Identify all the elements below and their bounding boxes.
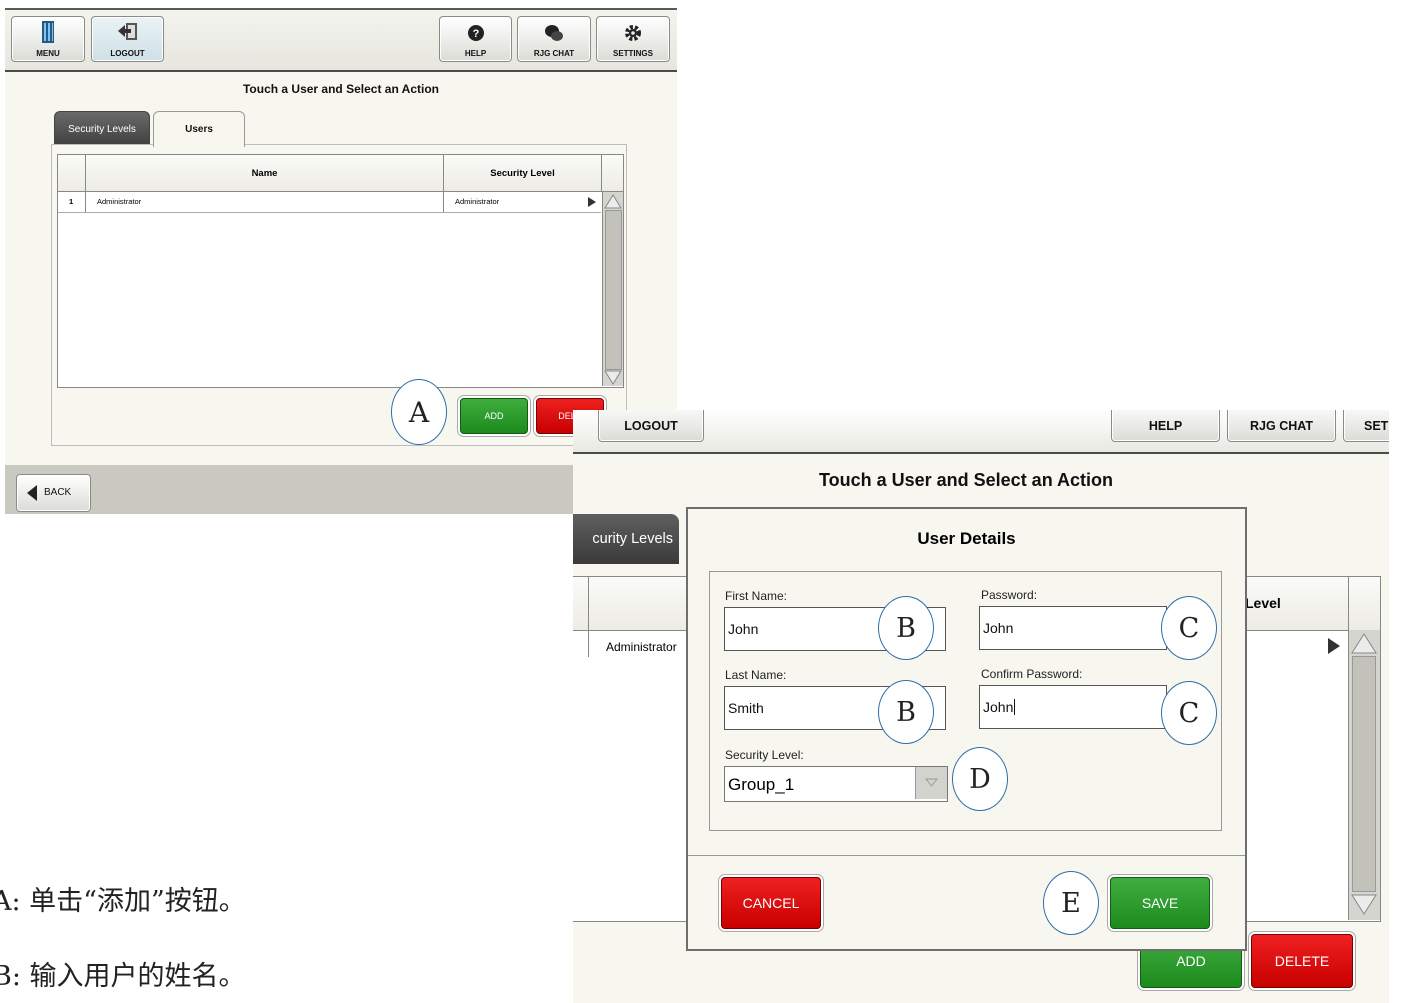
row-security-level: Administrator	[455, 197, 500, 206]
help-label: HELP	[1148, 419, 1183, 433]
settings-button[interactable]: SET	[1343, 410, 1389, 442]
users-table: Name Security Level 1 Administrator Admi…	[57, 154, 624, 388]
help-label: HELP	[464, 49, 487, 58]
callout-c-confirm-password: C	[1161, 681, 1217, 745]
top-toolbar: LOGOUT HELP RJG CHAT SET	[573, 410, 1389, 454]
table-header-index	[58, 155, 86, 192]
row-name: Administrator	[97, 197, 142, 206]
rjg-chat-label: RJG CHAT	[533, 49, 575, 58]
confirm-password-field[interactable]: John	[979, 685, 1167, 729]
settings-label: SETTINGS	[612, 49, 653, 58]
play-arrow-icon	[588, 197, 596, 207]
table-scrollbar[interactable]	[602, 192, 623, 386]
text-cursor	[1014, 699, 1016, 715]
confirm-password-label: Confirm Password:	[981, 667, 1083, 681]
rjg-chat-label: RJG CHAT	[1250, 419, 1313, 433]
logout-button[interactable]: LOGOUT	[598, 410, 704, 442]
scroll-down-icon[interactable]	[604, 370, 622, 386]
page-title: Touch a User and Select an Action	[818, 470, 1114, 490]
delete-button[interactable]: DELETE	[1251, 934, 1353, 988]
password-label: Password:	[981, 588, 1038, 602]
table-header-spacer	[602, 155, 623, 192]
scroll-down-icon[interactable]	[1351, 894, 1377, 916]
security-level-select[interactable]: Group_1	[724, 766, 948, 802]
column-divider	[588, 577, 589, 657]
dialog-divider	[688, 855, 1245, 856]
menu-label: MENU	[36, 49, 60, 58]
tab-security-levels[interactable]: curity Levels	[573, 514, 679, 564]
callout-b-last-name: B	[878, 680, 934, 744]
user-details-dialog: User Details First Name: John Password: …	[686, 507, 1247, 951]
confirm-password-value: John	[983, 699, 1014, 715]
column-divider	[1348, 577, 1349, 630]
row-divider	[443, 192, 444, 212]
settings-button[interactable]: SETTINGS	[596, 16, 670, 62]
table-scrollbar[interactable]	[1348, 630, 1380, 920]
table-header-name[interactable]: Name	[86, 155, 444, 192]
row-index: 1	[69, 197, 74, 206]
callout-c-password: C	[1161, 596, 1217, 660]
user-details-screen: LOGOUT HELP RJG CHAT SET Touch a User an…	[573, 410, 1389, 1003]
tab-users[interactable]: Users	[153, 111, 245, 147]
scroll-thumb[interactable]	[605, 210, 622, 370]
chevron-down-icon	[925, 778, 938, 787]
menu-icon	[42, 21, 54, 43]
gear-icon	[625, 25, 641, 41]
logout-button[interactable]: LOGOUT	[91, 16, 164, 62]
callout-d: D	[952, 747, 1008, 811]
note-b: B: 输入用户的姓名。	[0, 961, 246, 992]
password-field[interactable]: John	[979, 606, 1167, 650]
dialog-title: User Details	[917, 529, 1016, 548]
back-label: BACK	[44, 487, 72, 498]
back-button[interactable]: BACK	[16, 474, 91, 512]
first-name-label: First Name:	[725, 589, 788, 603]
table-row[interactable]: 1 Administrator Administrator	[58, 192, 601, 213]
security-level-label: Security Level:	[725, 748, 804, 762]
logout-label: LOGOUT	[110, 49, 145, 58]
table-header-security-level[interactable]: Security Level	[444, 155, 602, 192]
add-button[interactable]: ADD	[460, 398, 528, 434]
back-arrow-icon	[27, 485, 37, 501]
play-arrow-icon	[1328, 638, 1340, 654]
logout-label: LOGOUT	[624, 419, 678, 433]
callout-e: E	[1043, 871, 1099, 935]
scroll-up-icon[interactable]	[604, 193, 622, 209]
help-button[interactable]: HELP	[1111, 410, 1220, 442]
page-title: Touch a User and Select an Action	[242, 82, 440, 96]
rjg-chat-button[interactable]: RJG CHAT	[1227, 410, 1336, 442]
cancel-button[interactable]: CANCEL	[721, 877, 821, 929]
note-a: A: 单击“添加”按钮。	[0, 886, 246, 917]
row-security-level: Administrator	[606, 640, 677, 654]
save-button[interactable]: SAVE	[1110, 877, 1210, 929]
svg-text:?: ?	[472, 28, 479, 40]
menu-button[interactable]: MENU	[11, 16, 85, 62]
tab-security-levels[interactable]: Security Levels	[54, 111, 150, 146]
top-toolbar: MENU LOGOUT ? HELP RJG CHAT SETTINGS	[5, 8, 677, 72]
callout-a: A	[391, 379, 447, 445]
rjg-chat-button[interactable]: RJG CHAT	[517, 16, 591, 62]
table-header-security-level[interactable]: Level	[1245, 595, 1281, 611]
security-level-value: Group_1	[728, 775, 795, 794]
row-divider	[85, 192, 86, 212]
chat-icon	[545, 25, 563, 41]
settings-label: SET	[1364, 419, 1389, 433]
help-button[interactable]: ? HELP	[439, 16, 512, 62]
scroll-up-icon[interactable]	[1351, 632, 1377, 654]
help-icon: ?	[467, 25, 484, 41]
logout-icon	[117, 23, 137, 40]
last-name-label: Last Name:	[725, 668, 787, 682]
callout-b-first-name: B	[878, 596, 934, 660]
dropdown-button[interactable]	[915, 767, 947, 799]
scroll-thumb[interactable]	[1352, 656, 1376, 892]
